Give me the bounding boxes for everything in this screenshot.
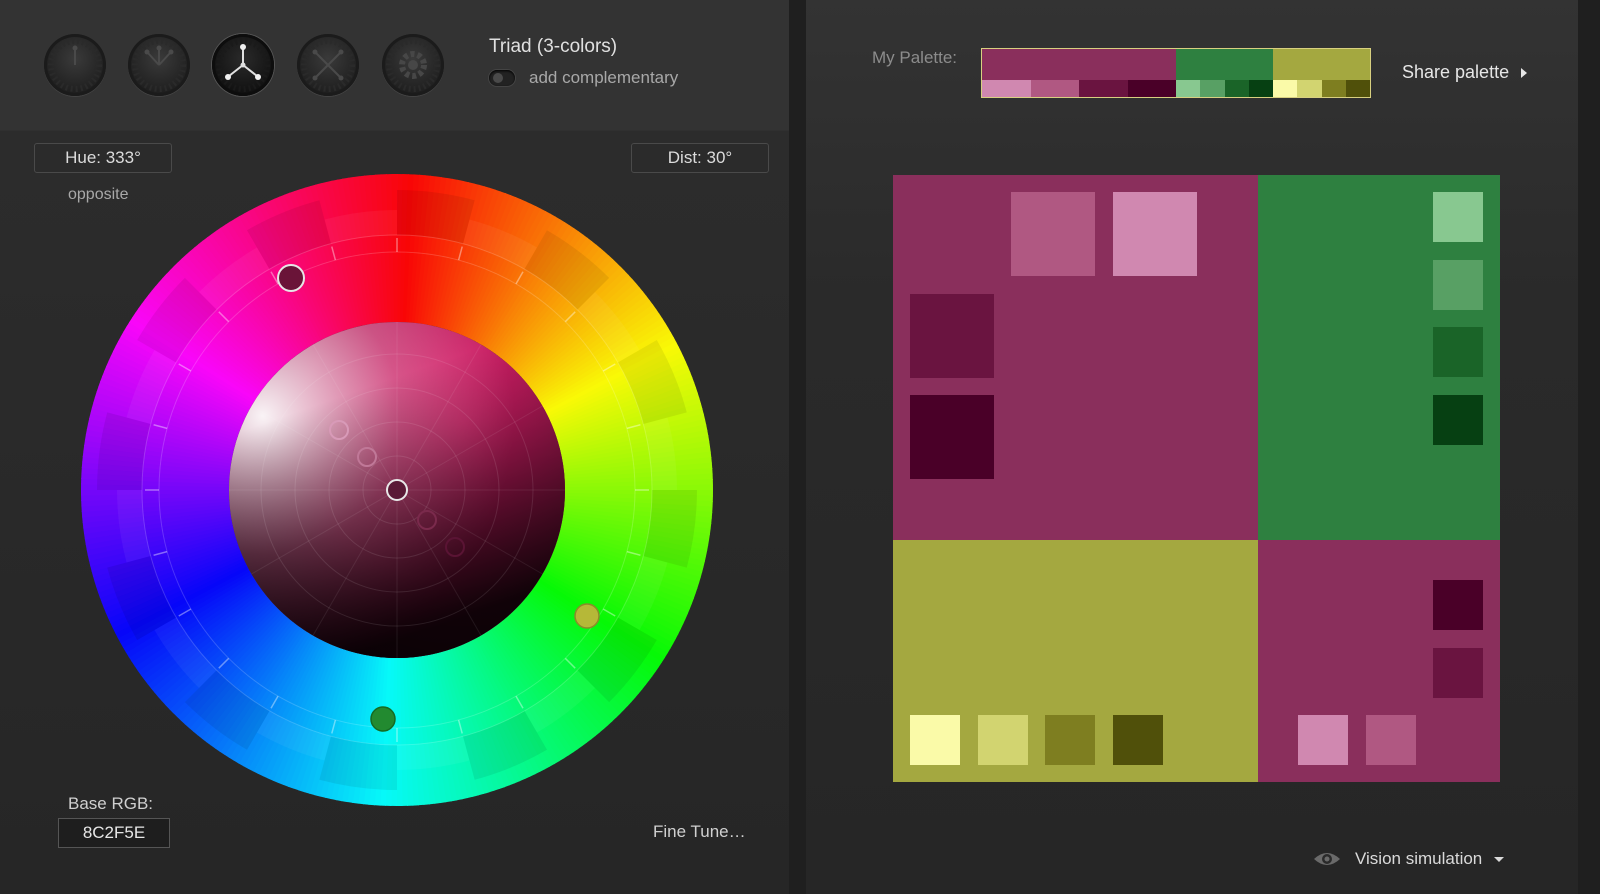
preview-swatch[interactable] [910,294,994,378]
palette-sub-swatch[interactable] [1079,80,1128,97]
palette-bar[interactable] [981,48,1371,98]
palette-label: My Palette: [872,48,957,68]
palette-sub-swatch[interactable] [1249,80,1273,97]
right-edge [1578,0,1600,894]
preview-secondary-a-block [1258,175,1500,540]
palette-main-swatch[interactable] [1176,49,1273,80]
palette-main-swatch[interactable] [982,49,1176,80]
panel-divider [789,0,806,894]
chevron-down-icon [1494,857,1504,862]
scheme-title: Triad (3-colors) [489,36,617,58]
mode-analogic-button[interactable] [128,34,190,96]
share-palette-button[interactable]: Share palette [1402,62,1527,83]
eye-icon [1313,850,1341,868]
vision-simulation-dropdown[interactable]: Vision simulation [1313,849,1504,869]
palette-sub-swatch[interactable] [1273,80,1297,97]
palette-sub-swatch[interactable] [1225,80,1249,97]
preview-swatch[interactable] [1113,715,1163,765]
preview-swatch[interactable] [1011,192,1095,276]
gear-icon [382,34,444,96]
base-color-handle[interactable] [387,480,407,500]
complementary-toggle[interactable] [489,70,515,86]
chevron-right-icon [1521,68,1527,78]
preview-swatch[interactable] [1113,192,1197,276]
palette-sub-swatch[interactable] [1031,80,1080,97]
complementary-toggle-row[interactable]: add complementary [489,68,678,88]
palette-sub-swatch[interactable] [1297,80,1321,97]
hue-handle-primary[interactable] [278,265,304,291]
hue-handle-secondary-b[interactable] [575,604,599,628]
palette-sub-swatch[interactable] [1200,80,1224,97]
preview-swatch[interactable] [1433,192,1483,242]
vision-simulation-label: Vision simulation [1355,849,1482,869]
palette-main-swatch[interactable] [1273,49,1370,80]
palette-sub-swatch[interactable] [1128,80,1177,97]
base-rgb-label: Base RGB: [68,794,153,814]
mode-custom-button[interactable] [382,34,444,96]
analogic-icon [128,34,190,96]
triad-icon [212,34,274,96]
fine-tune-link[interactable]: Fine Tune… [653,822,746,842]
hue-handle-secondary-a[interactable] [371,707,395,731]
mode-triad-button[interactable] [212,34,274,96]
mono-icon [44,34,106,96]
preview-swatch[interactable] [1298,715,1348,765]
preview-swatch[interactable] [1433,580,1483,630]
preview-swatch[interactable] [978,715,1028,765]
preview-swatch[interactable] [1366,715,1416,765]
base-rgb-input[interactable]: 8C2F5E [58,818,170,848]
preview-swatch[interactable] [1045,715,1095,765]
mode-mono-button[interactable] [44,34,106,96]
palette-sub-swatch[interactable] [982,80,1031,97]
palette-sub-swatch[interactable] [1176,80,1200,97]
palette-preview [893,175,1500,782]
preview-primary-small-block [1258,540,1500,782]
preview-swatch[interactable] [1433,648,1483,698]
palette-group-primary[interactable] [982,49,1176,97]
preview-primary-block [893,175,1258,540]
mode-tetrad-button[interactable] [297,34,359,96]
palette-group-secondary-a[interactable] [1176,49,1273,97]
preview-swatch[interactable] [1433,395,1483,445]
tetrad-icon [297,34,359,96]
color-wheel[interactable] [67,160,727,820]
preview-secondary-b-block [893,540,1258,782]
palette-sub-swatch[interactable] [1322,80,1346,97]
share-palette-label: Share palette [1402,62,1509,83]
preview-swatch[interactable] [910,715,960,765]
complementary-label: add complementary [529,68,678,88]
preview-swatch[interactable] [910,395,994,479]
preview-swatch[interactable] [1433,327,1483,377]
preview-swatch[interactable] [1433,260,1483,310]
palette-group-secondary-b[interactable] [1273,49,1370,97]
palette-sub-swatch[interactable] [1346,80,1370,97]
